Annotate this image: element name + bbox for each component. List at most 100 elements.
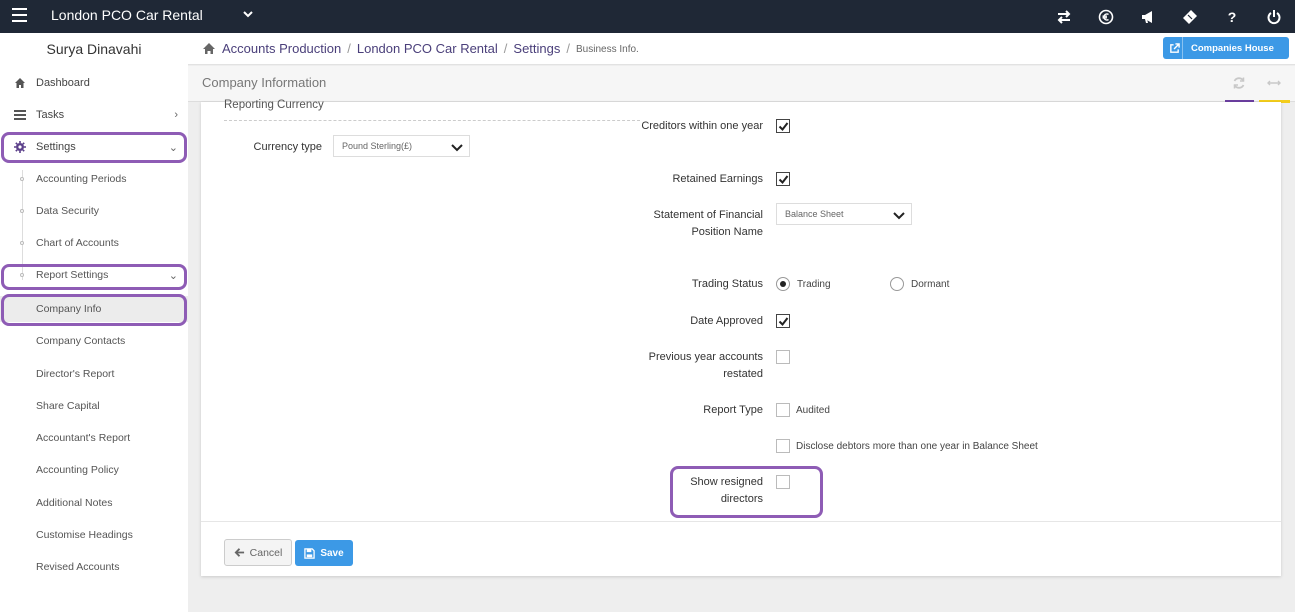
external-link-icon <box>1163 37 1183 59</box>
user-name: Surya Dinavahi <box>46 41 142 57</box>
sidebar-subitem-label: Accountant's Report <box>36 432 131 444</box>
breadcrumb-settings[interactable]: Settings <box>513 41 560 56</box>
date-approved-label: Date Approved <box>690 315 763 327</box>
date-approved-checkbox[interactable] <box>776 314 790 328</box>
sidebar-item-dashboard[interactable]: Dashboard <box>0 69 188 97</box>
app-title[interactable]: London PCO Car Rental <box>51 7 203 23</box>
sidebar-subitem-accountants-report[interactable]: Accountant's Report <box>0 425 188 451</box>
breadcrumb: Accounts Production / London PCO Car Ren… <box>202 41 639 56</box>
check-icon <box>778 317 789 327</box>
disclose-debtors-checkbox[interactable] <box>776 439 790 453</box>
sidebar-subitem-data-security[interactable]: Data Security <box>0 198 188 224</box>
sidebar-subitem-label: Revised Accounts <box>36 561 120 573</box>
trading-radio[interactable] <box>776 277 790 291</box>
audited-checkbox[interactable] <box>776 403 790 417</box>
chevron-down-icon[interactable] <box>242 8 254 20</box>
sidebar-item-settings[interactable]: Settings ⌄ <box>0 133 188 161</box>
currency-type-label: Currency type <box>253 141 322 153</box>
save-button[interactable]: Save <box>295 540 353 566</box>
section-divider <box>224 120 640 121</box>
breadcrumb-accounts-production[interactable]: Accounts Production <box>222 41 341 56</box>
companies-house-label: Companies House <box>1191 42 1274 54</box>
sidebar-subitem-label: Customise Headings <box>36 529 133 541</box>
sidebar-subitem-label: Report Settings <box>36 269 109 281</box>
creditors-checkbox[interactable] <box>776 119 790 133</box>
breadcrumb-separator: / <box>503 41 508 56</box>
creditors-label: Creditors within one year <box>641 120 763 132</box>
power-icon[interactable] <box>1253 0 1295 33</box>
euro-icon[interactable] <box>1085 0 1127 33</box>
sofp-name-value: Balance Sheet <box>785 209 844 219</box>
dormant-radio[interactable] <box>890 277 904 291</box>
panel-header: Company Information <box>188 66 1295 103</box>
sidebar-subitem-label: Share Capital <box>36 400 100 412</box>
sidebar-item-label: Tasks <box>36 109 65 121</box>
sidebar-subitem-label: Company Info <box>36 303 102 315</box>
sidebar-subitem-customise-headings[interactable]: Customise Headings <box>0 522 188 548</box>
save-label: Save <box>320 547 344 559</box>
exchange-icon[interactable] <box>1043 0 1085 33</box>
retained-earnings-label: Retained Earnings <box>672 173 763 185</box>
menu-icon[interactable] <box>12 8 27 22</box>
sidebar-subitem-label: Accounting Policy <box>36 464 119 476</box>
sidebar-subitem-revised-accounts[interactable]: Revised Accounts <box>0 554 188 580</box>
chevron-down-icon: ⌄ <box>168 269 178 282</box>
sidebar-subitem-report-settings[interactable]: Report Settings ⌄ <box>0 262 188 288</box>
chevron-down-icon: ⌄ <box>168 141 178 154</box>
show-resigned-directors-checkbox[interactable] <box>776 475 790 489</box>
home-icon <box>14 77 26 89</box>
megaphone-icon[interactable] <box>1127 0 1169 33</box>
check-icon <box>778 175 789 185</box>
tasks-icon <box>14 109 26 121</box>
sidebar-subitem-company-contacts[interactable]: Company Contacts <box>0 328 188 354</box>
top-bar: London PCO Car Rental ? <box>0 0 1295 33</box>
sidebar-item-label: Settings <box>36 141 76 153</box>
sidebar-subitem-share-capital[interactable]: Share Capital <box>0 393 188 419</box>
help-icon[interactable]: ? <box>1211 0 1253 33</box>
breadcrumb-bar: Accounts Production / London PCO Car Ren… <box>188 33 1295 65</box>
show-resigned-directors-label: Show resigned directors <box>690 476 763 505</box>
retained-earnings-checkbox[interactable] <box>776 172 790 186</box>
sofp-name-label: Statement of Financial Position Name <box>653 209 763 238</box>
sidebar-subitem-label: Director's Report <box>36 368 115 380</box>
sidebar-subitem-label: Data Security <box>36 205 100 217</box>
panel-title: Company Information <box>202 75 327 90</box>
company-info-card: Reporting Currency Currency type Pound S… <box>201 99 1281 576</box>
sidebar-subitem-accounting-policy[interactable]: Accounting Policy <box>0 457 188 483</box>
audited-label: Audited <box>796 405 830 416</box>
section-title: Reporting Currency <box>224 99 324 111</box>
breadcrumb-separator: / <box>347 41 351 56</box>
card-footer-divider <box>201 521 1281 522</box>
ticket-icon[interactable] <box>1169 0 1211 33</box>
currency-type-select[interactable]: Pound Sterling(£) <box>333 135 470 157</box>
sidebar-subitem-directors-report[interactable]: Director's Report <box>0 361 188 387</box>
sidebar-item-tasks[interactable]: Tasks › <box>0 101 188 129</box>
chevron-down-icon <box>451 144 463 152</box>
trading-option-label: Trading <box>797 279 831 290</box>
trading-status-label: Trading Status <box>691 278 763 290</box>
sidebar-subitem-additional-notes[interactable]: Additional Notes <box>0 490 188 516</box>
chevron-down-icon <box>893 212 905 220</box>
disclose-debtors-label: Disclose debtors more than one year in B… <box>796 441 1038 452</box>
currency-type-value: Pound Sterling(£) <box>342 141 413 151</box>
home-icon[interactable] <box>202 42 216 55</box>
dormant-option-label: Dormant <box>911 279 950 290</box>
sidebar-subitem-accounting-periods[interactable]: Accounting Periods <box>0 166 188 192</box>
prev-year-restated-checkbox[interactable] <box>776 350 790 364</box>
companies-house-button[interactable]: Companies House <box>1163 37 1289 59</box>
sofp-name-select[interactable]: Balance Sheet <box>776 203 912 225</box>
breadcrumb-company[interactable]: London PCO Car Rental <box>357 41 498 56</box>
chevron-right-icon: › <box>174 109 178 121</box>
gear-icon <box>14 141 26 153</box>
sidebar-subitem-company-info[interactable]: Company Info <box>0 296 188 322</box>
breadcrumb-current: Business Info. <box>576 44 639 55</box>
cancel-button[interactable]: Cancel <box>224 539 292 566</box>
sidebar-subitem-label: Chart of Accounts <box>36 237 119 249</box>
expand-icon[interactable] <box>1267 76 1281 90</box>
sidebar-subitem-label: Additional Notes <box>36 497 113 509</box>
sidebar-subitem-chart-of-accounts[interactable]: Chart of Accounts <box>0 230 188 256</box>
cancel-label: Cancel <box>249 546 283 559</box>
sidebar: Surya Dinavahi Dashboard Tasks › Setting… <box>0 33 188 612</box>
refresh-icon[interactable] <box>1232 76 1246 90</box>
sidebar-subitem-label: Accounting Periods <box>36 173 127 185</box>
